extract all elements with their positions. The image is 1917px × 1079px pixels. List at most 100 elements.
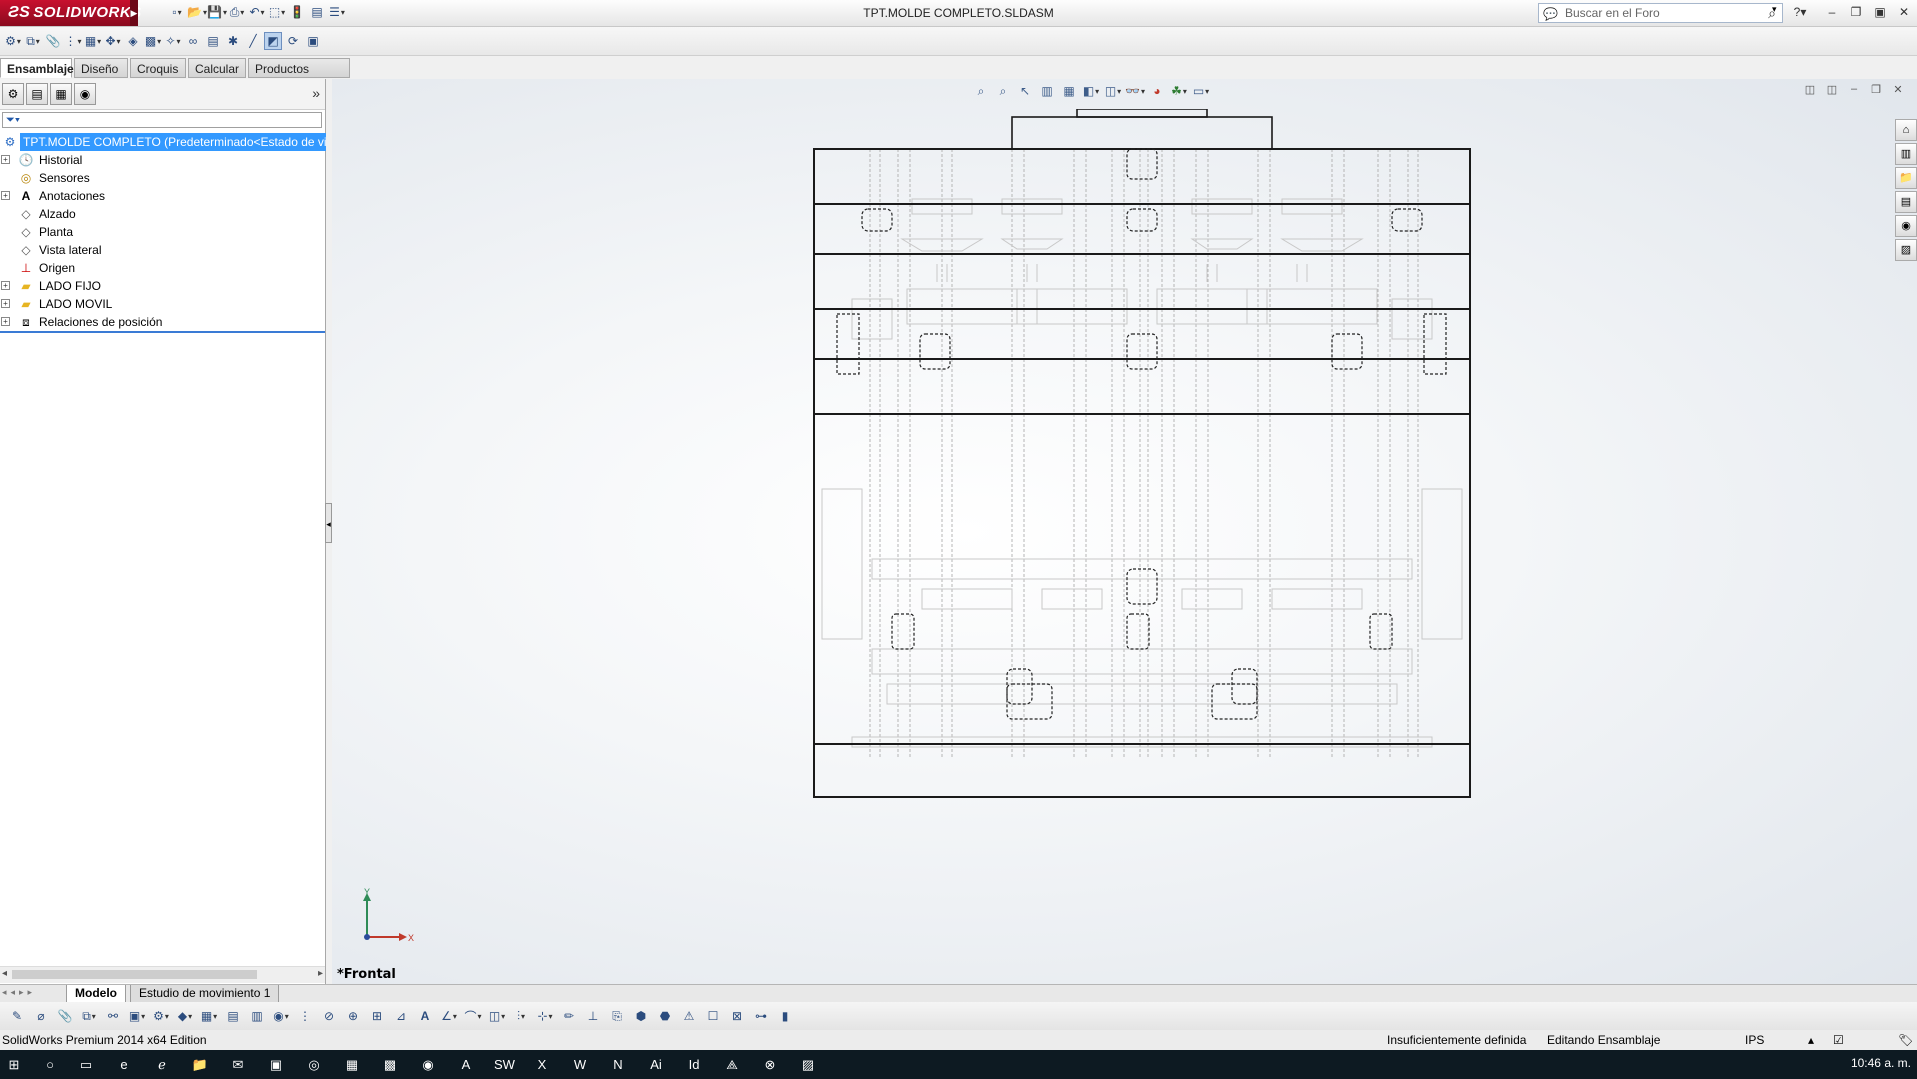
report-icon[interactable]: ▮ [776,1007,794,1025]
app-icon[interactable]: ▩ [380,1055,400,1075]
viewport-minimize-icon[interactable]: – [1845,83,1863,99]
edit-mode-status[interactable]: Editando Ensamblaje [1547,1030,1660,1050]
take-snapshot-icon[interactable]: ▣ [304,32,322,50]
home-icon[interactable]: ⌂ [1895,119,1917,141]
calculator-icon[interactable]: ▦ [342,1055,362,1075]
part-icon[interactable]: ⚙ [152,1007,170,1025]
distribute-icon[interactable]: ⫶ [512,1007,530,1025]
configuration-manager-icon[interactable]: ▦ [50,83,72,105]
link-views-icon[interactable]: ◫ [1823,83,1841,99]
open-folder-icon[interactable]: 📂 [187,3,206,21]
mail-icon[interactable]: ✉ [228,1055,248,1075]
scroll-right-icon[interactable]: ▸ [318,968,323,979]
tab-croquis[interactable]: Croquis [130,58,186,78]
exploded-view-icon[interactable]: ✱ [224,32,242,50]
solidworks-logo[interactable]: ƧS SOLIDWORKS [0,0,141,26]
check-icon[interactable]: ☐ [704,1007,722,1025]
link-icon[interactable]: ⚯ [104,1007,122,1025]
undo-icon[interactable]: ↶ [248,3,266,21]
target-icon[interactable]: ⊕ [344,1007,362,1025]
tree-item-origen[interactable]: ⊥ Origen [0,259,325,277]
measure-icon[interactable]: ⊘ [320,1007,338,1025]
tree-item-planta[interactable]: ◇ Planta [0,223,325,241]
new-motion-study-icon[interactable]: ∞ [184,32,202,50]
close-icon[interactable]: ✕ [1894,3,1914,21]
new-document-icon[interactable]: ▫ [168,3,186,21]
tab-diseno[interactable]: Diseño [74,58,128,78]
expand-icon[interactable]: + [1,299,10,308]
sketch-icon[interactable]: ✎ [8,1007,26,1025]
view-palette-icon[interactable]: ▤ [1895,191,1917,213]
graphics-area[interactable]: ⌕ ⌕ ↖ ▥ ▦ ◧ ◫ 👓 ◕ ☘ ▭ ◫ ◫ – ❐ ✕ ⌂ ▥ 📁 ▤ … [332,79,1917,984]
mate-icon[interactable]: ⧉ [24,32,42,50]
scroll-left-icon[interactable]: ◂ [2,968,7,979]
tab-productos-office[interactable]: Productos Office [248,58,350,96]
hierarchy-icon[interactable]: ⊶ [752,1007,770,1025]
smart-dimension-icon[interactable]: ⌀ [32,1007,50,1025]
viewport-close-icon[interactable]: ✕ [1889,83,1907,99]
component-icon[interactable]: ▣ [128,1007,146,1025]
tag-icon[interactable]: 🏷 [1898,1030,1913,1050]
tree-item-sensores[interactable]: ◎ Sensores [0,169,325,187]
browser-icon[interactable]: ◉ [418,1055,438,1075]
appearance-manager-icon[interactable]: ◉ [74,83,96,105]
app-window-icon[interactable]: ▨ [798,1055,818,1075]
cortana-icon[interactable]: ○ [40,1055,60,1075]
assembly-features-icon[interactable]: ▩ [144,32,162,50]
show-hidden-icon[interactable]: ◈ [124,32,142,50]
tab-ensamblaje[interactable]: Ensamblaje [0,58,74,78]
explode-line-icon[interactable]: ╱ [244,32,262,50]
clock[interactable]: 10:46 a. m. [1851,1056,1911,1070]
dynamic-annotation-icon[interactable]: ▦ [1060,82,1078,100]
units-status[interactable]: IPS [1745,1030,1764,1050]
hide-show-items-icon[interactable]: 👓 [1125,82,1144,100]
grid-pattern-icon[interactable]: ▦ [200,1007,218,1025]
tree-item-lado-fijo[interactable]: + ▰ LADO FIJO [0,277,325,295]
help-icon[interactable]: ?▾ [1790,3,1810,21]
tree-item-historial[interactable]: + 🕓 Historial [0,151,325,169]
print-icon[interactable]: ⎙ [228,3,246,21]
word-icon[interactable]: W [570,1055,590,1075]
mass-properties-icon[interactable]: ⬣ [656,1007,674,1025]
property-manager-icon[interactable]: ▤ [26,83,48,105]
reference-geometry-icon[interactable]: ✧ [164,32,182,50]
units-up-icon[interactable]: ▴ [1808,1030,1814,1050]
insert-component-icon[interactable]: ⚙ [4,32,22,50]
rebuild-icon[interactable]: 🚦 [288,3,306,21]
solidworks-taskbar-icon[interactable]: SW [494,1055,515,1075]
display-style-icon[interactable]: ◫ [1104,82,1122,100]
illustrator-icon[interactable]: Ai [646,1055,666,1075]
tree-horizontal-scrollbar[interactable]: ◂ ▸ [0,966,325,983]
edge-icon[interactable]: e [114,1055,134,1075]
shapes-icon[interactable]: ◆ [176,1007,194,1025]
text-annotation-icon[interactable]: A [416,1007,434,1025]
acrobat-icon[interactable]: ⟁ [722,1055,742,1075]
panel-collapse-handle[interactable]: ◂ [325,503,332,543]
expand-icon[interactable]: + [1,281,10,290]
section-view-icon[interactable]: ▥ [1038,82,1056,100]
pencil-icon[interactable]: ✏ [560,1007,578,1025]
rollback-bar[interactable] [0,331,325,333]
indesign-icon[interactable]: Id [684,1055,704,1075]
update-speedpak-icon[interactable]: ⟳ [284,32,302,50]
align-icon[interactable]: ⋮ [296,1007,314,1025]
zoom-to-fit-icon[interactable]: ⌕ [972,82,990,100]
hole-icon[interactable]: ◉ [272,1007,290,1025]
instant3d-icon[interactable]: ◩ [264,32,282,50]
store-icon[interactable]: ▣ [266,1055,286,1075]
help-status-icon[interactable]: ☑ [1833,1030,1844,1050]
smart-fasteners-icon[interactable]: ▦ [84,32,102,50]
search-dropdown-icon[interactable]: ▾ [1772,4,1777,15]
tree-item-vista-lateral[interactable]: ◇ Vista lateral [0,241,325,259]
zoom-to-area-icon[interactable]: ⌕ [994,82,1012,100]
appearances-icon[interactable]: ◉ [1895,215,1917,237]
apply-scene-icon[interactable]: ☘ [1170,82,1188,100]
expand-icon[interactable]: + [1,191,10,200]
tree-item-relaciones[interactable]: + ⧈ Relaciones de posición [0,313,325,331]
dimension-icon[interactable]: ⊿ [392,1007,410,1025]
axis-icon[interactable]: ⊥ [584,1007,602,1025]
surface-icon[interactable]: ◫ [488,1007,506,1025]
table-icon[interactable]: ▥ [248,1007,266,1025]
file-explorer-icon[interactable]: 📁 [1895,167,1917,189]
tree-item-alzado[interactable]: ◇ Alzado [0,205,325,223]
